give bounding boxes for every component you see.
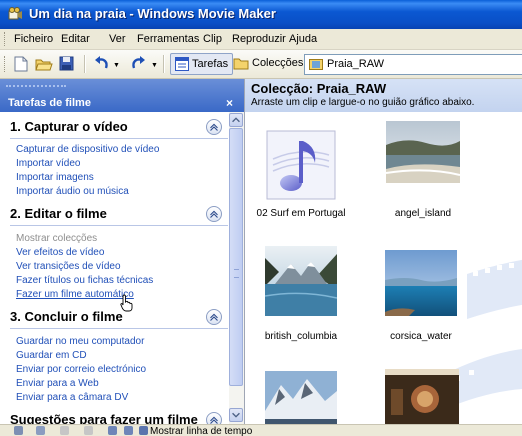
toolbar-grip[interactable] [4,56,8,72]
zoom-in-icon[interactable] [60,426,69,435]
task-link[interactable]: Ver transições de vídeo [16,261,121,272]
collection-contents: Colecção: Praia_RAW Arraste um clip e la… [245,79,522,424]
collections-folder-icon [233,58,249,70]
task-link[interactable]: Fazer títulos ou fichas técnicas [16,275,153,286]
clip-thumbnail[interactable] [385,121,461,183]
collections-button[interactable]: Colecções [229,53,307,73]
timeline-icon[interactable] [139,426,148,435]
movie-tasks-pane: Tarefas de filme × 1. Capturar o vídeo C… [0,79,245,424]
section-title: 3. Concluir o filme [10,309,123,324]
task-link[interactable]: Importar áudio ou música [16,186,129,197]
food-photo-icon [385,369,459,424]
collection-select[interactable]: Praia_RAW [304,54,522,75]
movie-tasks-header: Tarefas de filme × [0,79,244,112]
collection-subtitle: Arraste um clip e largue-o no guião gráf… [251,97,475,108]
task-link[interactable]: Enviar para a Web [16,378,99,389]
task-link[interactable]: Capturar de dispositivo de vídeo [16,144,159,155]
section-capture-header[interactable]: 1. Capturar o vídeo [10,117,228,139]
section-divider [10,225,228,226]
tasks-icon [175,57,189,71]
redo-dropdown-arrow-icon[interactable]: ▼ [151,62,158,69]
task-link[interactable]: Ver efeitos de vídeo [16,247,104,258]
storyboard-icon[interactable] [14,426,23,435]
menu-reproduzir[interactable]: Reproduzir [232,33,286,45]
task-link[interactable]: Enviar para a câmara DV [16,392,128,403]
task-link[interactable]: Importar vídeo [16,158,80,169]
zoom-out-icon[interactable] [84,426,93,435]
menu-ajuda[interactable]: Ajuda [289,33,317,45]
section-title: 1. Capturar o vídeo [10,119,128,134]
open-project-icon[interactable] [35,56,53,72]
window-title: Um dia na praia - Windows Movie Maker [29,6,276,21]
menu-editar[interactable]: Editar [61,33,90,45]
menu-bar: Ficheiro Editar Ver Ferramentas Clip Rep… [0,29,522,50]
title-bar: Um dia na praia - Windows Movie Maker [0,0,522,29]
clip-label: angel_island [394,208,452,219]
clip-thumbnail[interactable] [264,246,338,316]
task-link[interactable]: Guardar em CD [16,350,87,361]
collection-select-value: Praia_RAW [327,58,385,70]
clip-label: 02 Surf em Portugal [256,208,346,219]
clip-label: corsica_water [390,331,452,342]
menubar-grip[interactable] [4,32,8,46]
toolbar-separator [84,55,86,73]
header-grip [6,85,66,90]
menu-ficheiro[interactable]: Ficheiro [14,33,53,45]
clip-thumbnail[interactable] [385,369,459,424]
scroll-down-icon[interactable] [229,408,243,422]
section-finish-header[interactable]: 3. Concluir o filme [10,307,228,329]
save-project-icon[interactable] [59,56,74,71]
storyboard-toolbar: Mostrar linha de tempo [0,424,522,436]
rewind-icon[interactable] [108,426,117,435]
microphone-icon[interactable] [36,426,45,435]
section-divider [10,328,228,329]
scroll-up-icon[interactable] [229,113,243,127]
collapse-section-icon[interactable] [206,119,222,135]
clip-thumbnail[interactable] [385,250,457,316]
collapse-section-icon[interactable] [206,309,222,325]
landscape-photo-icon [264,246,338,316]
toolbar: ▼ ▼ Tarefas Colecções Praia_RAW [0,50,522,79]
collection-icon [309,59,323,70]
clip-thumbnail[interactable] [265,129,337,201]
audio-note-icon [266,130,336,200]
undo-dropdown-arrow-icon[interactable]: ▼ [113,62,120,69]
collapse-section-icon[interactable] [206,206,222,222]
movie-maker-app-icon [8,7,22,20]
collections-button-label: Colecções [252,57,304,69]
close-icon[interactable]: × [226,96,233,110]
section-edit-header[interactable]: 2. Editar o filme [10,204,228,226]
menu-ferramentas[interactable]: Ferramentas [137,33,199,45]
task-link: Mostrar colecções [16,233,98,244]
collapse-section-icon[interactable] [206,412,222,424]
thumb-grip [234,269,239,278]
redo-icon[interactable] [131,56,146,71]
task-link[interactable]: Guardar no meu computador [16,336,144,347]
undo-icon[interactable] [94,56,109,71]
task-link[interactable]: Importar imagens [16,172,94,183]
tasks-button[interactable]: Tarefas [170,53,234,75]
clip-thumbnail[interactable] [265,371,337,424]
section-title: Sugestões para fazer um filme [10,412,198,424]
landscape-photo-icon [385,250,457,316]
tasks-button-label: Tarefas [192,58,229,70]
task-link[interactable]: Enviar por correio electrónico [16,364,146,375]
section-divider [10,138,228,139]
play-icon[interactable] [124,426,133,435]
movie-tasks-title: Tarefas de filme [8,97,91,109]
section-tips-header[interactable]: Sugestões para fazer um filme [10,410,228,424]
landscape-photo-icon [385,121,461,183]
collection-header: Colecção: Praia_RAW Arraste um clip e la… [245,79,522,112]
collection-title: Colecção: Praia_RAW [251,81,387,96]
new-project-icon[interactable] [14,56,28,72]
landscape-photo-icon [265,371,337,424]
task-link[interactable]: Fazer um filme automático [16,289,134,300]
toolbar-separator [163,55,165,73]
task-pane-scrollbar[interactable] [229,112,244,424]
clip-label: british_columbia [264,331,338,342]
section-title: 2. Editar o filme [10,206,107,221]
menu-ver[interactable]: Ver [109,33,126,45]
menu-clip[interactable]: Clip [203,33,222,45]
scrollbar-thumb[interactable] [229,128,243,386]
